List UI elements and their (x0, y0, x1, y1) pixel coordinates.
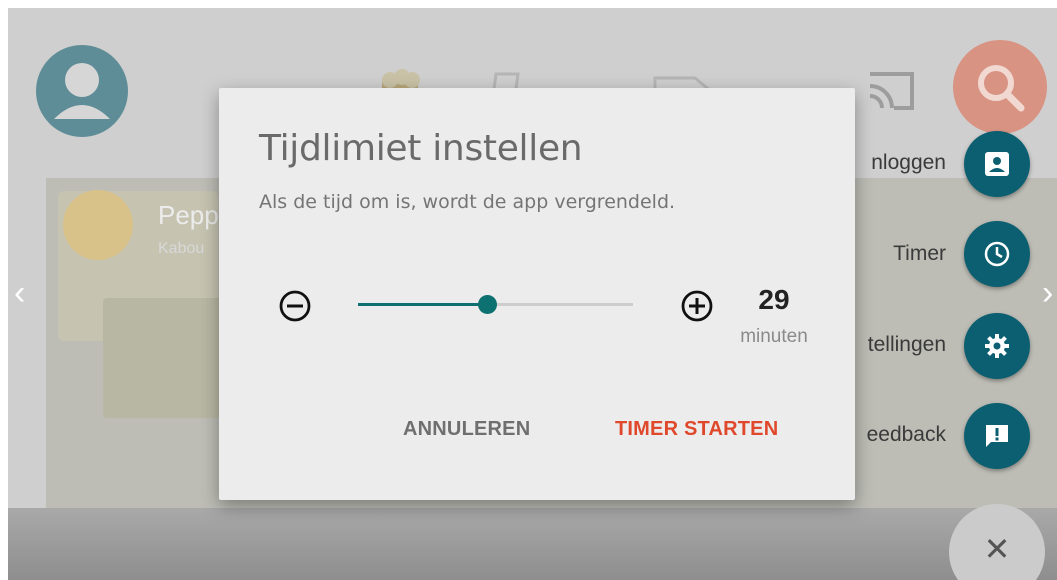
close-icon: ✕ (983, 531, 1011, 567)
time-limit-dialog: Tijdlimiet instellen Als de tijd om is, … (219, 88, 855, 500)
slider-fill (358, 303, 488, 306)
duration-value: 29 (758, 284, 790, 315)
timer-fab[interactable] (964, 221, 1030, 287)
clock-icon (984, 241, 1010, 267)
featured-subtitle: Kabou (158, 240, 205, 257)
feedback-fab[interactable] (964, 403, 1030, 469)
bottom-bar (8, 508, 1057, 580)
account-box-icon (985, 152, 1009, 176)
chevron-left-icon[interactable]: ‹ (14, 276, 25, 310)
menu-label-login[interactable]: nloggen (871, 143, 946, 183)
slider-thumb[interactable] (478, 295, 498, 314)
dialog-title: Tijdlimiet instellen (259, 128, 583, 169)
duration-slider[interactable] (358, 295, 633, 314)
featured-title: Pepp (158, 200, 219, 230)
duration-unit: minuten (740, 326, 808, 347)
settings-fab[interactable] (964, 313, 1030, 379)
start-timer-button[interactable]: TIMER STARTEN (615, 418, 778, 441)
scene-thumbnail[interactable] (103, 298, 223, 418)
profile-avatar[interactable] (36, 45, 128, 137)
search-icon (978, 65, 1025, 112)
dialog-description: Als de tijd om is, wordt de app vergrend… (259, 191, 676, 213)
menu-label-settings[interactable]: tellingen (868, 325, 946, 365)
minus-circle-icon[interactable] (277, 288, 313, 324)
character-thumbnail (63, 190, 133, 260)
search-button[interactable] (953, 40, 1047, 134)
menu-label-feedback[interactable]: eedback (867, 415, 946, 455)
cast-icon[interactable] (866, 68, 916, 112)
gear-icon (985, 334, 1009, 358)
feedback-icon (986, 425, 1008, 447)
plus-circle-icon[interactable] (679, 288, 715, 324)
app-screen: Pepp Kabou ‹ › nloggen Timer tellingen e… (8, 8, 1057, 580)
user-icon (54, 63, 110, 119)
cancel-button[interactable]: ANNULEREN (403, 418, 530, 441)
menu-label-timer[interactable]: Timer (893, 234, 946, 274)
login-fab[interactable] (964, 131, 1030, 197)
chevron-right-icon[interactable]: › (1042, 276, 1053, 310)
